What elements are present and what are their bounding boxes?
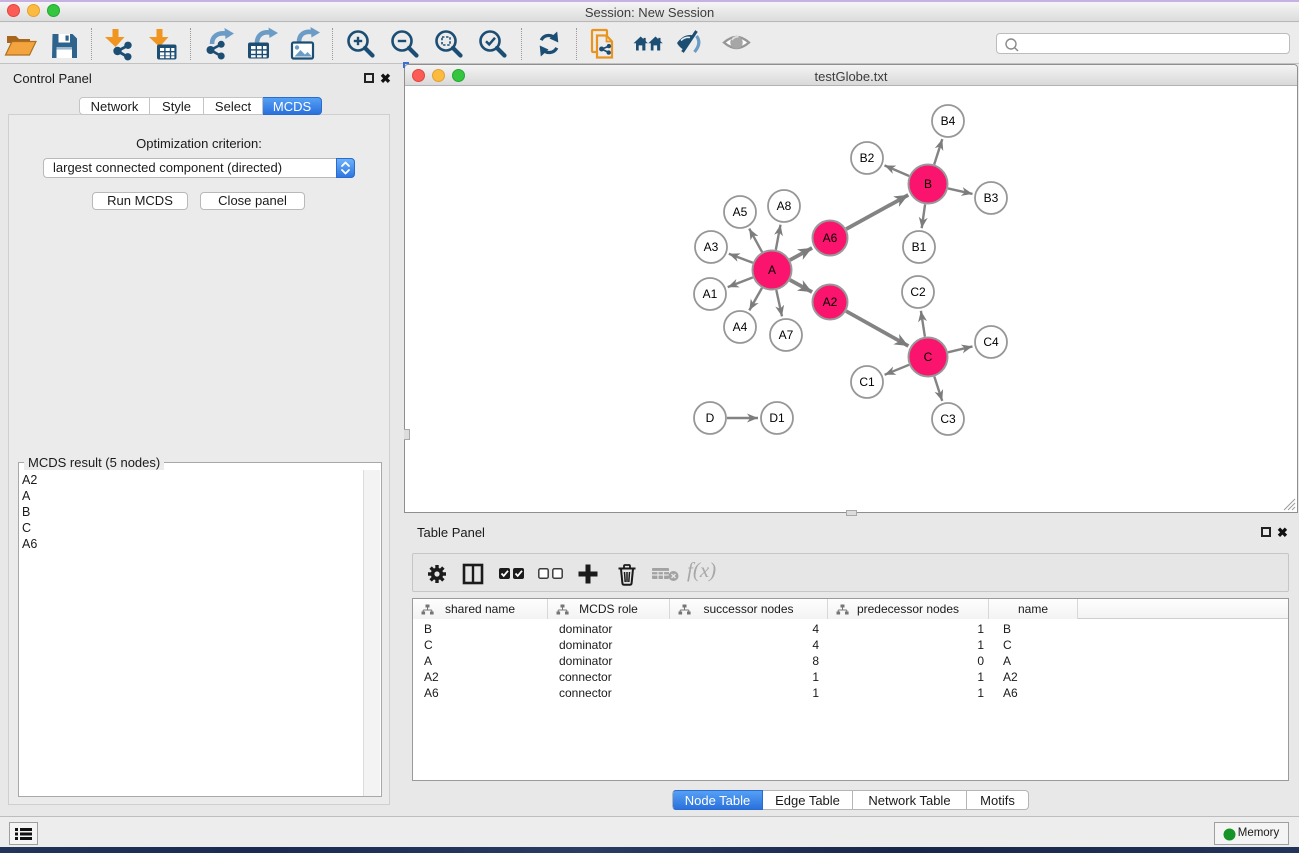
svg-text:C: C xyxy=(924,350,933,364)
svg-text:B4: B4 xyxy=(941,114,956,128)
svg-text:B: B xyxy=(924,177,932,191)
svg-text:B3: B3 xyxy=(984,191,999,205)
svg-text:A1: A1 xyxy=(703,287,718,301)
svg-text:B2: B2 xyxy=(860,151,875,165)
svg-text:C2: C2 xyxy=(910,285,926,299)
svg-text:C4: C4 xyxy=(983,335,999,349)
svg-text:A6: A6 xyxy=(823,231,838,245)
svg-text:A8: A8 xyxy=(777,199,792,213)
svg-text:C1: C1 xyxy=(859,375,875,389)
svg-text:D: D xyxy=(706,411,715,425)
svg-text:A7: A7 xyxy=(779,328,794,342)
svg-text:A: A xyxy=(768,263,776,277)
svg-text:C3: C3 xyxy=(940,412,956,426)
svg-text:D1: D1 xyxy=(769,411,785,425)
svg-text:A4: A4 xyxy=(733,320,748,334)
svg-text:A5: A5 xyxy=(733,205,748,219)
svg-text:A2: A2 xyxy=(823,295,838,309)
svg-text:A3: A3 xyxy=(704,240,719,254)
svg-text:B1: B1 xyxy=(912,240,927,254)
